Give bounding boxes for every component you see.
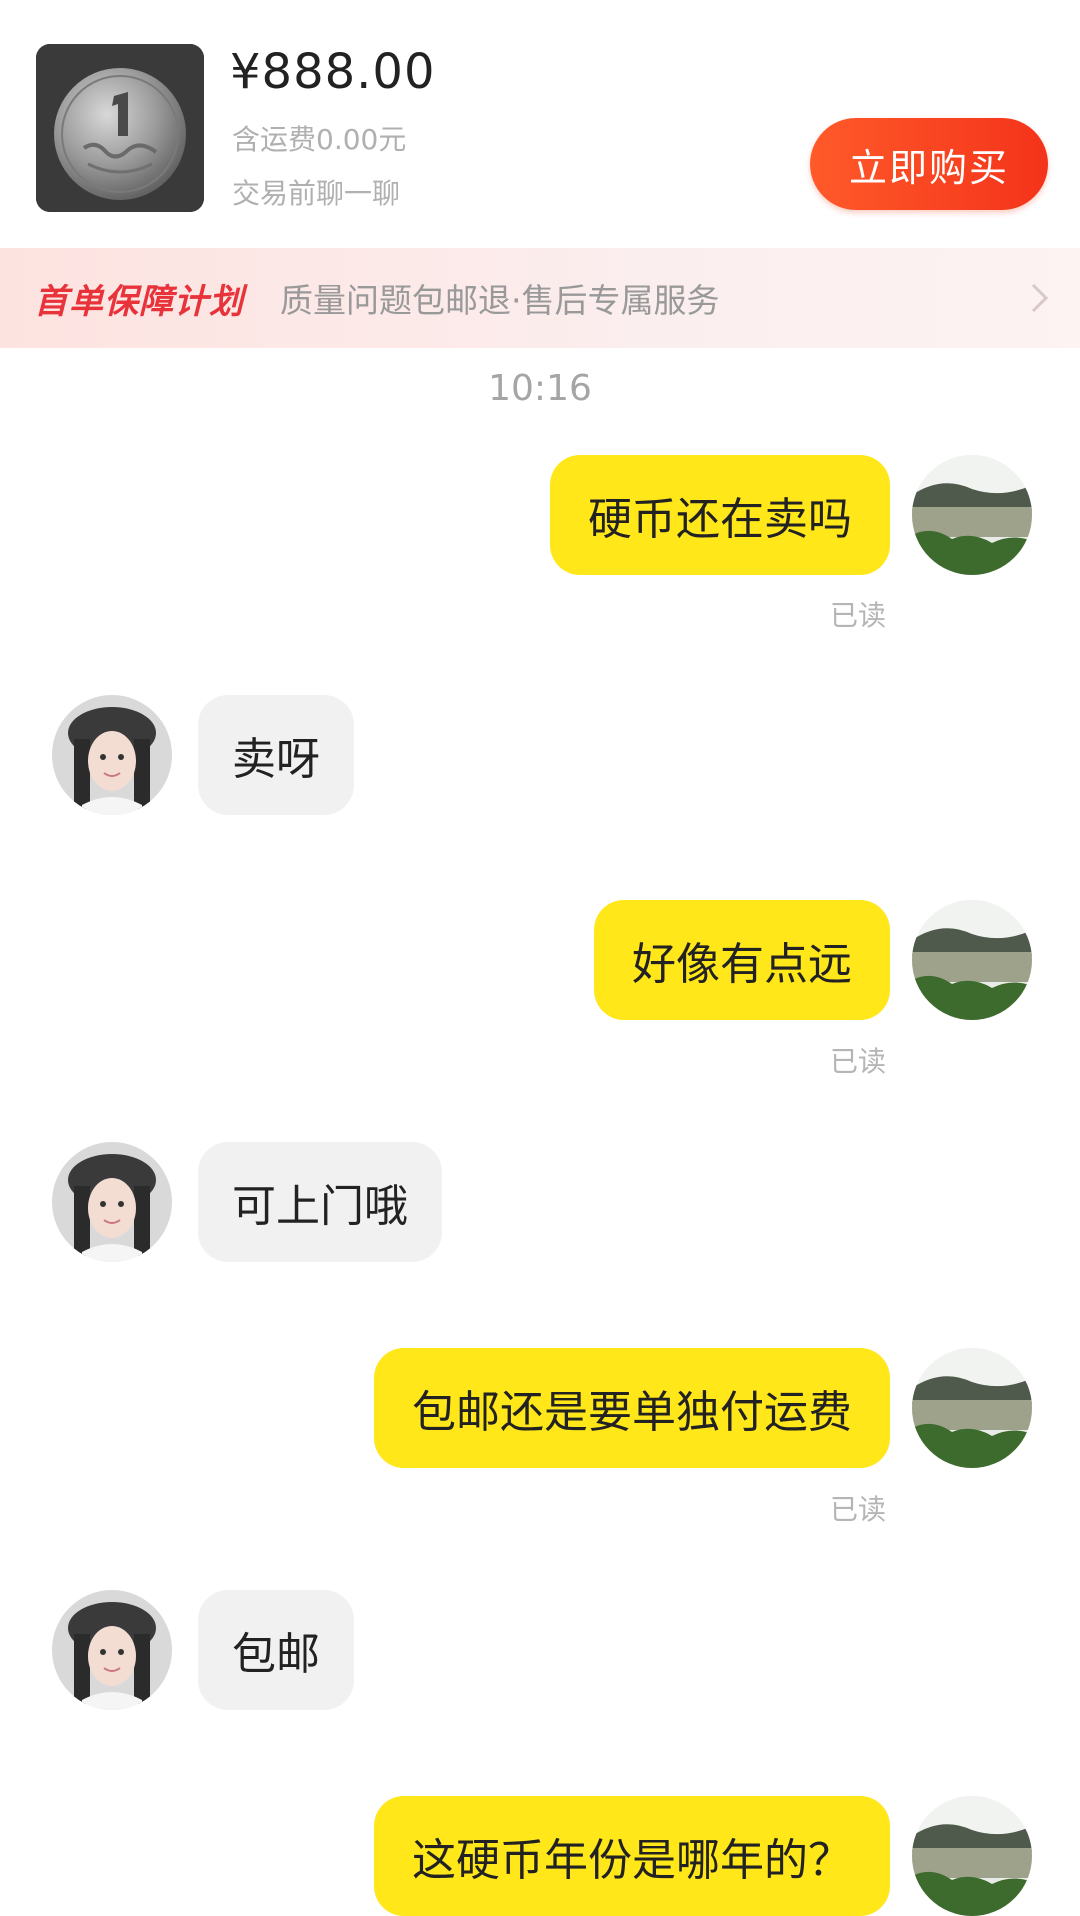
landscape-avatar-icon: [912, 455, 1032, 575]
my-avatar[interactable]: [912, 455, 1032, 575]
message-text: 这硬币年份是哪年的？: [412, 1835, 852, 1886]
seller-avatar[interactable]: [52, 1590, 172, 1710]
product-thumbnail[interactable]: [36, 44, 204, 212]
my-message-bubble[interactable]: 包邮还是要单独付运费: [374, 1348, 890, 1468]
my-avatar[interactable]: [912, 900, 1032, 1020]
landscape-avatar-icon: [912, 900, 1032, 1020]
seller-portrait-avatar-icon: [52, 695, 172, 815]
read-receipt: 已读: [830, 599, 887, 632]
product-price: ¥888.00: [230, 44, 436, 100]
product-header: ¥888.00 含运费0.00元 交易前聊一聊 立即购买: [0, 0, 1080, 248]
message-text: 包邮还是要单独付运费: [412, 1387, 852, 1438]
my-message-bubble[interactable]: 这硬币年份是哪年的？: [374, 1796, 890, 1916]
message-text: 卖呀: [232, 734, 320, 785]
chat-hint-text: 交易前聊一聊: [232, 177, 401, 210]
seller-message-bubble[interactable]: 可上门哦: [198, 1142, 442, 1262]
guarantee-banner[interactable]: 首单保障计划 质量问题包邮退·售后专属服务: [0, 248, 1080, 348]
landscape-avatar-icon: [912, 1348, 1032, 1468]
guarantee-title: 首单保障计划: [34, 281, 244, 322]
seller-message-bubble[interactable]: 包邮: [198, 1590, 354, 1710]
landscape-avatar-icon: [912, 1796, 1032, 1916]
coin-image-icon: [36, 44, 204, 212]
seller-message-bubble[interactable]: 卖呀: [198, 695, 354, 815]
guarantee-description: 质量问题包邮退·售后专属服务: [280, 281, 720, 320]
message-text: 好像有点远: [632, 939, 852, 990]
my-message-bubble[interactable]: 硬币还在卖吗: [550, 455, 890, 575]
chat-timestamp: 10:16: [488, 368, 592, 409]
seller-portrait-avatar-icon: [52, 1590, 172, 1710]
my-message-bubble[interactable]: 好像有点远: [594, 900, 890, 1020]
chevron-right-icon: [1031, 283, 1049, 313]
seller-avatar[interactable]: [52, 1142, 172, 1262]
buy-now-button[interactable]: 立即购买: [810, 118, 1048, 210]
read-receipt: 已读: [830, 1493, 887, 1526]
message-text: 可上门哦: [232, 1181, 408, 1232]
shipping-fee-text: 含运费0.00元: [232, 123, 407, 156]
message-text: 硬币还在卖吗: [588, 494, 852, 545]
message-text: 包邮: [232, 1629, 320, 1680]
my-avatar[interactable]: [912, 1796, 1032, 1916]
my-avatar[interactable]: [912, 1348, 1032, 1468]
seller-portrait-avatar-icon: [52, 1142, 172, 1262]
seller-avatar[interactable]: [52, 695, 172, 815]
read-receipt: 已读: [830, 1045, 887, 1078]
